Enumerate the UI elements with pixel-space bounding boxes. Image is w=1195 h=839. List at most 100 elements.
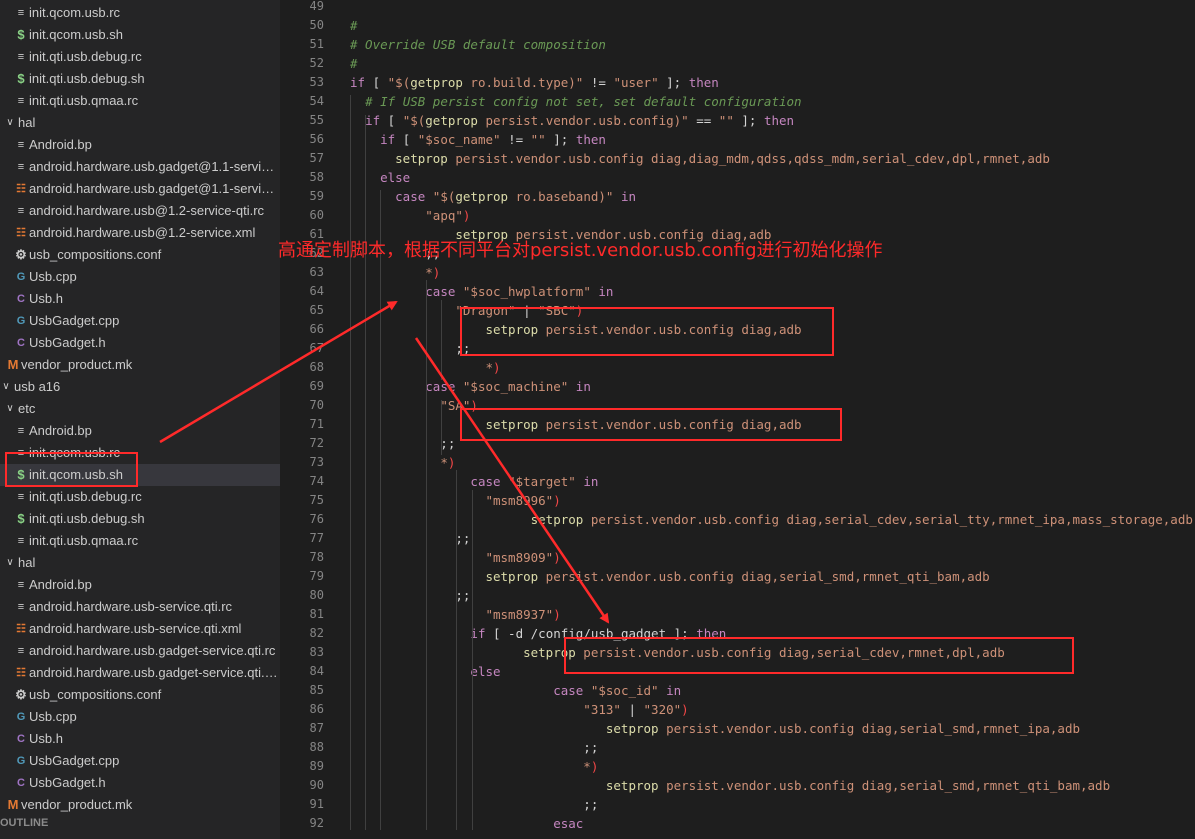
tree-file[interactable]: G Usb.cpp [0,266,280,288]
tree-file[interactable]: C UsbGadget.h [0,332,280,354]
indent-guide [350,95,351,830]
code-line[interactable]: "SA") [350,396,478,415]
code-line[interactable]: ;; [350,586,470,605]
code-line[interactable]: *) [350,757,598,776]
tree-file[interactable]: ≡ Android.bp [0,574,280,596]
tree-file[interactable]: ≡ init.qti.usb.qmaa.rc [0,90,280,112]
tree-file[interactable]: G Usb.cpp [0,706,280,728]
code-line[interactable]: case "$target" in [350,472,598,491]
code-token: setprop [530,512,584,527]
tree-item-label: init.qcom.usb.sh [29,27,123,42]
code-line[interactable]: setprop persist.vendor.usb.config diag,s… [350,510,1193,529]
tree-file[interactable]: G UsbGadget.cpp [0,750,280,772]
code-token: in [583,474,599,489]
tree-file[interactable]: G UsbGadget.cpp [0,310,280,332]
rss-icon: ☷ [16,183,26,195]
code-line[interactable]: setprop persist.vendor.usb.config diag,s… [350,719,1080,738]
tree-item-label: Android.bp [29,577,92,592]
tree-file[interactable]: ≡ android.hardware.usb.gadget@1.1-service… [0,156,280,178]
code-token: "msm8937" [485,607,554,622]
code-line[interactable]: ;; [350,339,470,358]
code-line[interactable]: "apq") [350,206,470,225]
tree-file[interactable]: ≡ android.hardware.usb@1.2-service-qti.rc [0,200,280,222]
tree-file[interactable]: ☷ android.hardware.usb.gadget@1.1-service… [0,178,280,200]
tree-file[interactable]: ≡ Android.bp [0,134,280,156]
code-token: [ [365,75,388,90]
tree-file[interactable]: ≡ init.qcom.usb.rc [0,2,280,24]
tree-item-label: android.hardware.usb@1.2-service-qti.rc [29,203,265,218]
code-line[interactable]: case "$soc_hwplatform" in [350,282,613,301]
tree-file[interactable]: Mvendor_product.mk [0,354,280,376]
tree-file[interactable]: ≡ Android.bp [0,420,280,442]
tree-file[interactable]: ≡ android.hardware.usb-service.qti.rc [0,596,280,618]
code-token: case [425,379,456,394]
tree-folder[interactable]: ∨ etc [0,398,280,420]
code-line[interactable]: case "$soc_id" in [350,681,681,700]
code-token: ) [493,360,501,375]
code-token: == [688,113,719,128]
lines-icon: ≡ [17,7,25,19]
code-line[interactable]: ;; [350,795,598,814]
chevron-down-icon[interactable]: ∨ [0,376,12,398]
code-line[interactable]: # If USB persist config not set, set def… [350,92,802,111]
code-token: else [470,664,501,679]
line-number: 89 [309,759,324,773]
code-line[interactable]: # [350,16,358,35]
tree-file[interactable]: ☷ android.hardware.usb@1.2-service.xml [0,222,280,244]
tree-file[interactable]: ☷ android.hardware.usb-service.qti.xml [0,618,280,640]
code-line[interactable]: # [350,54,358,73]
outline-section-header[interactable]: OUTLINE [0,812,280,834]
code-line[interactable]: if [ "$(getprop ro.build.type)" != "user… [350,73,719,92]
tree-file[interactable]: ⚙ usb_compositions.conf [0,244,280,266]
code-line[interactable]: else [350,168,410,187]
code-token: != [583,75,614,90]
code-token: persist.vendor.usb.config diag,serial_sm… [658,778,1111,793]
code-line[interactable]: "313" | "320") [350,700,688,719]
tree-file[interactable]: $ init.qti.usb.debug.sh [0,68,280,90]
code-line[interactable]: setprop persist.vendor.usb.config diag,s… [350,567,989,586]
code-token: "msm8909" [485,550,554,565]
chevron-down-icon[interactable]: ∨ [4,112,16,134]
makefile-icon: M [7,357,19,372]
code-token: "$( [402,113,426,128]
cpp-icon: G [16,711,26,723]
tree-folder[interactable]: ∨ hal [0,112,280,134]
code-line[interactable]: ;; [350,529,470,548]
tree-file[interactable]: ☷ android.hardware.usb.gadget-service.qti… [0,662,280,684]
code-line[interactable]: if [ "$(getprop persist.vendor.usb.confi… [350,111,794,130]
tree-file[interactable]: ≡ init.qti.usb.debug.rc [0,46,280,68]
code-line[interactable]: case "$soc_machine" in [350,377,591,396]
code-line[interactable]: # Override USB default composition [350,35,606,54]
tree-file[interactable]: C UsbGadget.h [0,772,280,794]
chevron-down-icon[interactable]: ∨ [4,398,16,420]
code-token: getprop [425,113,478,128]
tree-folder[interactable]: ∨ hal [0,552,280,574]
tree-folder[interactable]: ∨ usb a16 [0,376,280,398]
code-token: "apq" [425,208,463,223]
tree-file[interactable]: C Usb.h [0,288,280,310]
code-line[interactable]: setprop persist.vendor.usb.config diag,s… [350,776,1110,795]
highlight-box-line-66 [460,307,834,356]
tree-file[interactable]: ≡ init.qti.usb.qmaa.rc [0,530,280,552]
code-token: persist.vendor.usb.config diag,serial_sm… [658,721,1080,736]
code-line[interactable]: if [ "$soc_name" != "" ]; then [350,130,606,149]
line-number: 86 [309,702,324,716]
tree-file[interactable]: C Usb.h [0,728,280,750]
code-line[interactable]: ;; [350,738,598,757]
tree-file[interactable]: $ init.qcom.usb.sh [0,24,280,46]
code-token: getprop [455,189,509,204]
lines-icon: ≡ [17,161,25,173]
code-token: # [350,56,358,71]
tree-file[interactable]: ⚙ usb_compositions.conf [0,684,280,706]
chevron-down-icon[interactable]: ∨ [4,552,16,574]
code-token: ) [553,607,561,622]
code-line[interactable]: esac [350,814,583,833]
tree-file[interactable]: $ init.qti.usb.debug.sh [0,508,280,530]
code-line[interactable]: case "$(getprop ro.baseband)" in [350,187,636,206]
tree-file[interactable]: ≡ init.qti.usb.debug.rc [0,486,280,508]
tree-file[interactable]: ≡ android.hardware.usb.gadget-service.qti… [0,640,280,662]
code-line[interactable]: setprop persist.vendor.usb.config diag,d… [350,149,1050,168]
line-number: 71 [309,417,324,431]
